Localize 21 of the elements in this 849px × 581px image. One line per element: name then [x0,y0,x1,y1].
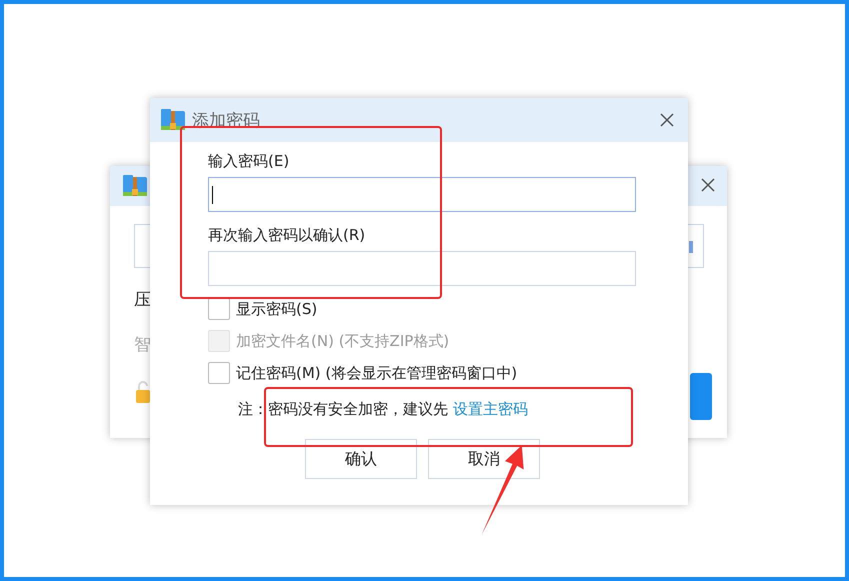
folder-archive-icon [122,174,148,198]
checkbox[interactable] [208,298,230,320]
close-icon[interactable] [660,113,674,127]
close-icon[interactable] [701,178,715,192]
input-field[interactable] [208,177,636,212]
field-label: 再次输入密码以确认(R) [208,226,366,245]
dialog-button[interactable]: 确认 [305,439,417,479]
field-label: 输入密码(E) [208,152,290,171]
note-text: 注：密码没有安全加密，建议先 [238,400,448,419]
checkbox[interactable] [208,362,230,384]
checkbox-label: 加密文件名(N) (不支持ZIP格式) [236,332,450,350]
set-master-password-link[interactable]: 设置主密码 [453,400,528,419]
checkbox-label: 记住密码(M) (将会显示在管理密码窗口中) [236,364,518,382]
label: 压 [134,289,151,311]
action-button[interactable] [690,373,712,420]
folder-archive-icon [160,108,186,132]
checkbox-label: 显示密码(S) [236,300,318,318]
lock-icon [135,380,151,404]
field-icon [688,240,694,254]
label: 智 [134,334,151,356]
input-field[interactable] [208,251,636,286]
